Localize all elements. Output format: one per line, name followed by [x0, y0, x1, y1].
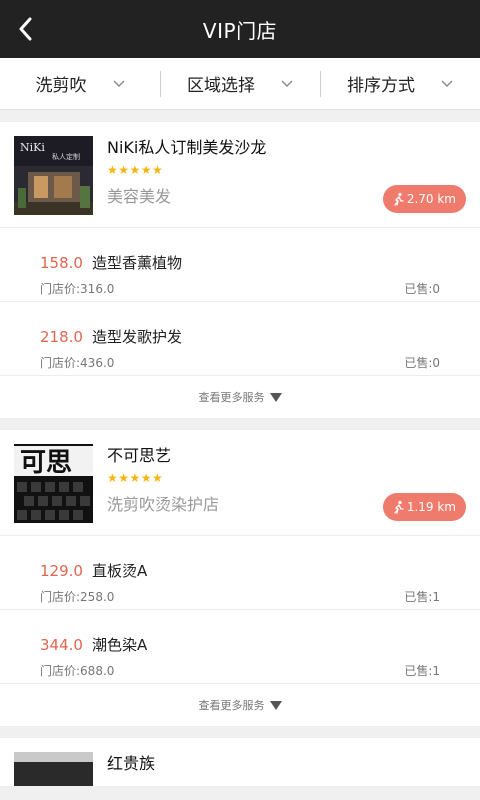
shop-card: NiKi 私人定制 NiKi私人订制美发沙龙 ★★★★★ 美容美发 2.70 k… [0, 122, 480, 418]
more-services-button[interactable]: 查看更多服务 [0, 376, 480, 418]
svg-text:私人定制: 私人定制 [52, 152, 80, 161]
sold-count: 已售:1 [404, 664, 440, 678]
service-price: 129.0 [40, 562, 83, 580]
service-price: 344.0 [40, 636, 83, 654]
distance-value: 2.70 km [406, 192, 456, 206]
back-button[interactable] [0, 0, 50, 58]
chevron-down-icon [441, 80, 453, 88]
page-title: VIP门店 [202, 18, 278, 43]
sold-count: 已售:0 [404, 282, 440, 296]
sold-count: 已售:1 [404, 590, 440, 604]
shop-header[interactable]: NiKi 私人定制 NiKi私人订制美发沙龙 ★★★★★ 美容美发 2.70 k… [0, 122, 480, 228]
shop-category: 洗剪吹烫染护店 [107, 495, 220, 514]
shop-photo: NiKi 私人定制 [14, 136, 93, 215]
store-price: 门店价:436.0 [40, 356, 115, 370]
more-services-button[interactable]: 查看更多服务 [0, 684, 480, 726]
back-arrow-icon [19, 17, 32, 41]
more-services-label: 查看更多服务 [198, 699, 265, 712]
shop-category: 美容美发 [107, 187, 172, 206]
svg-text:可思: 可思 [20, 448, 72, 478]
triangle-down-icon [269, 700, 282, 710]
filter-service-type[interactable]: 洗剪吹 [0, 58, 160, 109]
filter-label: 排序方式 [347, 76, 415, 96]
walking-icon [394, 192, 404, 206]
shop-name: 不可思艺 [107, 446, 172, 465]
service-name: 潮色染A [92, 636, 148, 654]
shop-photo [14, 752, 93, 786]
filter-label: 区域选择 [187, 76, 255, 96]
chevron-down-icon [113, 80, 125, 88]
rating-stars: ★★★★★ [107, 471, 164, 485]
triangle-down-icon [269, 392, 282, 402]
store-price: 门店价:316.0 [40, 282, 115, 296]
walking-icon [394, 500, 404, 514]
shop-card[interactable]: 红贵族 [0, 738, 480, 786]
shop-name: 红贵族 [107, 754, 156, 773]
app-header: VIP门店 [0, 0, 480, 58]
shop-card: 可思 不可思艺 ★★★★★ 洗剪吹烫染护店 1.19 km 129.0 直板烫A… [0, 430, 480, 726]
service-item[interactable]: 344.0 潮色染A 门店价:688.0 已售:1 [0, 610, 480, 684]
service-name: 造型香薰植物 [92, 254, 183, 272]
shop-photo: 可思 [14, 444, 93, 523]
rating-stars: ★★★★★ [107, 163, 164, 177]
filter-area[interactable]: 区域选择 [160, 58, 320, 109]
store-price: 门店价:688.0 [40, 664, 115, 678]
service-item[interactable]: 218.0 造型发歌护发 门店价:436.0 已售:0 [0, 302, 480, 376]
service-name: 造型发歌护发 [92, 328, 183, 346]
service-price: 158.0 [40, 254, 83, 272]
filter-bar: 洗剪吹 区域选择 排序方式 [0, 58, 480, 110]
service-item[interactable]: 129.0 直板烫A 门店价:258.0 已售:1 [0, 536, 480, 610]
filter-label: 洗剪吹 [35, 76, 87, 96]
shop-header[interactable]: 可思 不可思艺 ★★★★★ 洗剪吹烫染护店 1.19 km [0, 430, 480, 536]
chevron-down-icon [281, 80, 293, 88]
more-services-label: 查看更多服务 [198, 391, 265, 404]
store-price: 门店价:258.0 [40, 590, 115, 604]
service-name: 直板烫A [92, 562, 148, 580]
shop-name: NiKi私人订制美发沙龙 [107, 138, 267, 157]
filter-sort[interactable]: 排序方式 [320, 58, 480, 109]
service-price: 218.0 [40, 328, 83, 346]
service-item[interactable]: 158.0 造型香薰植物 门店价:316.0 已售:0 [0, 228, 480, 302]
distance-badge: 1.19 km [382, 493, 466, 521]
distance-badge: 2.70 km [382, 185, 466, 213]
svg-text:NiKi: NiKi [20, 141, 45, 154]
sold-count: 已售:0 [404, 356, 440, 370]
distance-value: 1.19 km [406, 500, 456, 514]
